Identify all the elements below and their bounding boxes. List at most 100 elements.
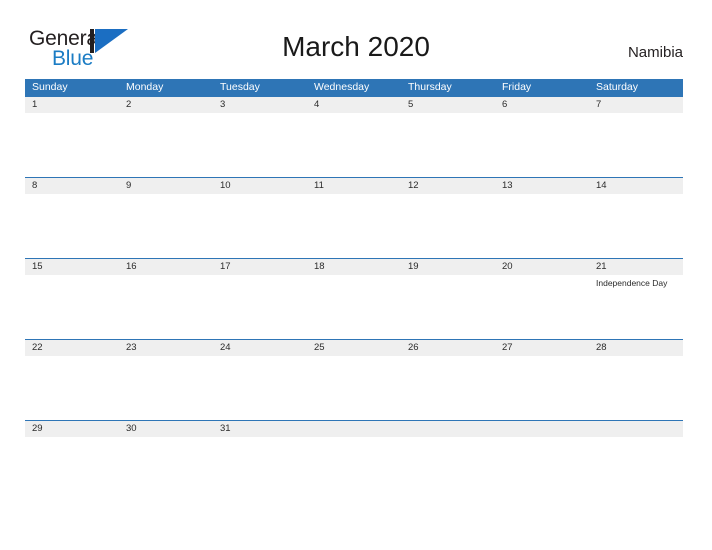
day-cell[interactable]: 26 bbox=[401, 340, 495, 420]
day-number: 3 bbox=[220, 99, 226, 110]
day-event-independence-day: Independence Day bbox=[596, 278, 668, 288]
day-event bbox=[32, 194, 119, 196]
day-number: 27 bbox=[502, 342, 513, 353]
day-event bbox=[126, 356, 213, 358]
day-cell-empty bbox=[589, 421, 683, 501]
day-number: 20 bbox=[502, 261, 513, 272]
day-event bbox=[596, 356, 683, 358]
day-event bbox=[408, 356, 495, 358]
day-number: 19 bbox=[408, 261, 419, 272]
day-cell[interactable]: 7 bbox=[589, 97, 683, 177]
day-event bbox=[596, 113, 683, 115]
day-event bbox=[126, 113, 213, 115]
day-cell[interactable]: 14 bbox=[589, 178, 683, 258]
day-event bbox=[314, 275, 401, 277]
day-cell[interactable]: 3 bbox=[213, 97, 307, 177]
calendar-week-row: 22 23 24 25 26 27 28 bbox=[25, 339, 683, 420]
calendar-week-row: 1 2 3 4 5 6 7 bbox=[25, 96, 683, 177]
day-cell[interactable]: 22 bbox=[25, 340, 119, 420]
day-event bbox=[32, 275, 119, 277]
day-number: 28 bbox=[596, 342, 607, 353]
day-event bbox=[502, 437, 589, 439]
day-cell-empty bbox=[495, 421, 589, 501]
calendar-grid: Sunday Monday Tuesday Wednesday Thursday… bbox=[25, 79, 683, 501]
day-number: 17 bbox=[220, 261, 231, 272]
day-cell[interactable]: 17 bbox=[213, 259, 307, 339]
day-cell[interactable]: 9 bbox=[119, 178, 213, 258]
day-cell[interactable]: 2 bbox=[119, 97, 213, 177]
day-event bbox=[220, 356, 307, 358]
day-cell-holiday[interactable]: 21 Independence Day bbox=[589, 259, 683, 339]
day-event bbox=[408, 113, 495, 115]
calendar-week-row: 8 9 10 11 12 13 14 bbox=[25, 177, 683, 258]
day-event bbox=[408, 194, 495, 196]
day-number: 30 bbox=[126, 423, 137, 434]
day-cell[interactable]: 25 bbox=[307, 340, 401, 420]
day-cell[interactable]: 12 bbox=[401, 178, 495, 258]
day-cell[interactable]: 18 bbox=[307, 259, 401, 339]
day-cell[interactable]: 29 bbox=[25, 421, 119, 501]
day-number: 14 bbox=[596, 180, 607, 191]
day-cell-empty bbox=[401, 421, 495, 501]
day-event bbox=[314, 113, 401, 115]
day-number: 4 bbox=[314, 99, 320, 110]
day-event bbox=[32, 437, 119, 439]
day-cell[interactable]: 23 bbox=[119, 340, 213, 420]
day-cell[interactable]: 6 bbox=[495, 97, 589, 177]
day-number: 10 bbox=[220, 180, 231, 191]
calendar-week-row: 15 16 17 18 19 20 21 Independence Day bbox=[25, 258, 683, 339]
day-event bbox=[408, 275, 495, 277]
day-cell[interactable]: 16 bbox=[119, 259, 213, 339]
day-number: 24 bbox=[220, 342, 231, 353]
day-event bbox=[126, 275, 213, 277]
page-header: General Blue March 2020 Namibia bbox=[0, 0, 712, 76]
calendar-week-row: 29 30 31 bbox=[25, 420, 683, 501]
day-number: 9 bbox=[126, 180, 132, 191]
weekday-header-saturday: Saturday bbox=[596, 81, 639, 93]
day-event bbox=[314, 356, 401, 358]
day-event bbox=[126, 437, 213, 439]
day-cell[interactable]: 31 bbox=[213, 421, 307, 501]
day-cell[interactable]: 13 bbox=[495, 178, 589, 258]
day-event bbox=[502, 275, 589, 277]
day-cell[interactable]: 28 bbox=[589, 340, 683, 420]
day-number: 5 bbox=[408, 99, 414, 110]
day-number: 12 bbox=[408, 180, 419, 191]
day-event bbox=[220, 113, 307, 115]
day-cell[interactable]: 19 bbox=[401, 259, 495, 339]
day-number: 29 bbox=[32, 423, 43, 434]
weekday-header-friday: Friday bbox=[502, 81, 532, 93]
day-cell[interactable]: 10 bbox=[213, 178, 307, 258]
day-number: 1 bbox=[32, 99, 38, 110]
day-cell[interactable]: 5 bbox=[401, 97, 495, 177]
day-event bbox=[502, 113, 589, 115]
day-cell[interactable]: 27 bbox=[495, 340, 589, 420]
day-cell[interactable]: 1 bbox=[25, 97, 119, 177]
calendar-page: General Blue March 2020 Namibia Sunday M… bbox=[0, 0, 712, 550]
day-event bbox=[220, 437, 307, 439]
day-number: 25 bbox=[314, 342, 325, 353]
weekday-header-wednesday: Wednesday bbox=[314, 81, 370, 93]
day-event bbox=[502, 194, 589, 196]
country-label: Namibia bbox=[627, 44, 683, 61]
day-cell[interactable]: 30 bbox=[119, 421, 213, 501]
day-number: 2 bbox=[126, 99, 132, 110]
day-cell[interactable]: 15 bbox=[25, 259, 119, 339]
page-title: March 2020 bbox=[282, 31, 430, 62]
day-cell[interactable]: 4 bbox=[307, 97, 401, 177]
day-cell[interactable]: 11 bbox=[307, 178, 401, 258]
day-event bbox=[314, 194, 401, 196]
day-number: 31 bbox=[220, 423, 231, 434]
day-number: 22 bbox=[32, 342, 43, 353]
day-cell[interactable]: 24 bbox=[213, 340, 307, 420]
day-event bbox=[126, 194, 213, 196]
day-number: 18 bbox=[314, 261, 325, 272]
day-event bbox=[408, 437, 495, 439]
day-event bbox=[32, 356, 119, 358]
day-event bbox=[220, 275, 307, 277]
day-event bbox=[32, 113, 119, 115]
day-event bbox=[596, 437, 683, 439]
day-cell[interactable]: 20 bbox=[495, 259, 589, 339]
day-cell[interactable]: 8 bbox=[25, 178, 119, 258]
weekday-header-sunday: Sunday bbox=[32, 81, 68, 93]
